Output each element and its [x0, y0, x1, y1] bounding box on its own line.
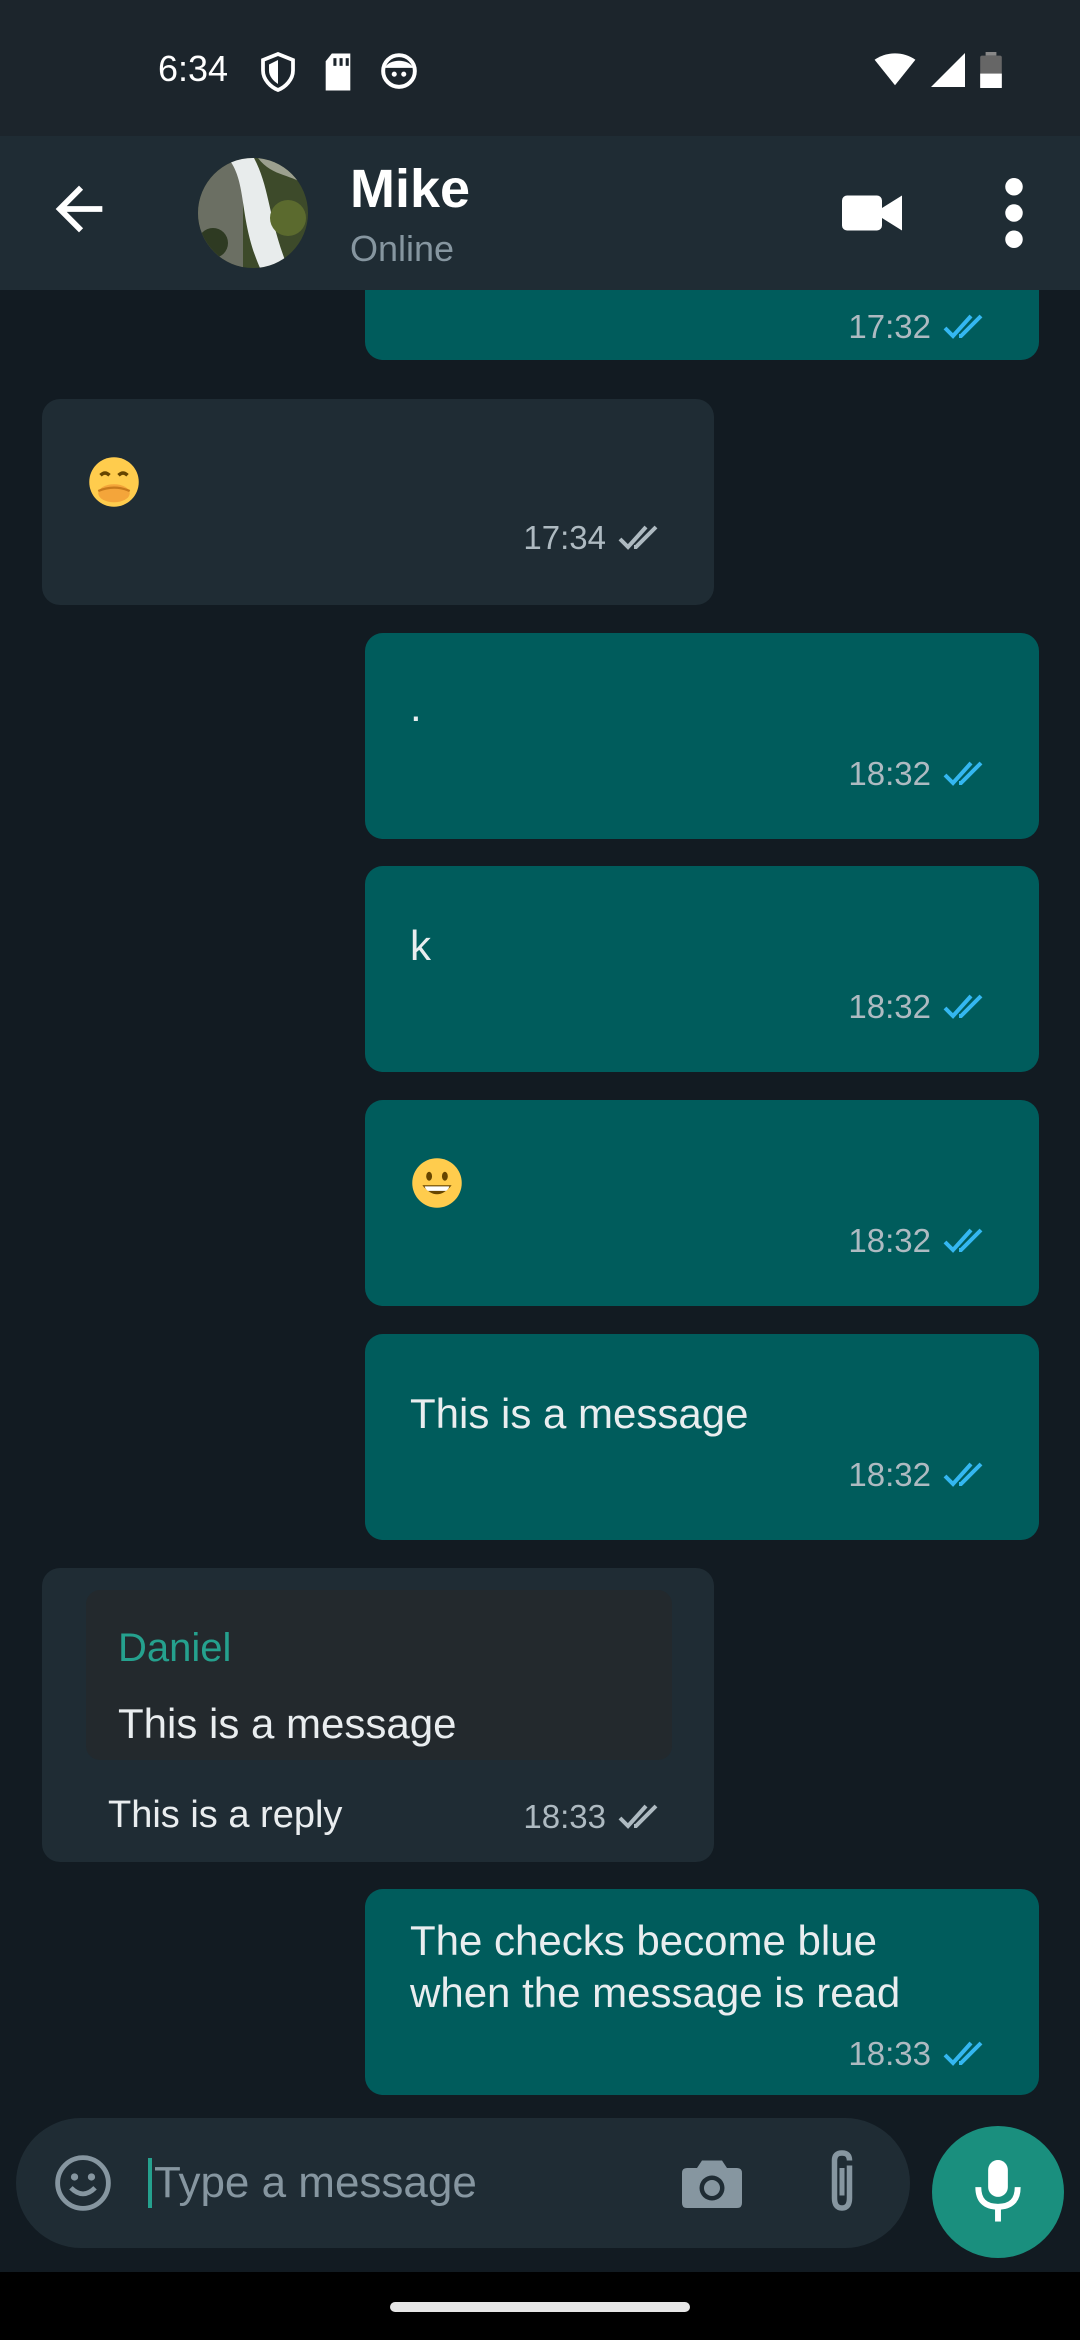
contact-status: Online — [350, 228, 455, 269]
double-check-icon — [618, 1804, 658, 1829]
message-time: 18:32 — [848, 988, 931, 1025]
avatar-image — [198, 158, 308, 268]
message-input[interactable] — [148, 2148, 674, 2218]
attach-paperclip-icon[interactable] — [822, 2148, 862, 2218]
message-composer — [16, 2118, 910, 2248]
double-check-read-icon — [943, 314, 983, 339]
message-text: k — [410, 922, 431, 969]
message-bubble-outgoing[interactable]: . 18:32 — [365, 633, 1039, 839]
contact-name[interactable]: Mike — [350, 158, 470, 220]
system-navigation-bar — [0, 2272, 1080, 2340]
message-text: . — [410, 683, 422, 730]
double-check-read-icon — [943, 1228, 983, 1253]
camera-icon[interactable] — [682, 2154, 742, 2212]
quoted-message[interactable]: Daniel This is a message — [86, 1590, 672, 1760]
grinning-face-emoji-icon — [412, 1158, 462, 1208]
avatar[interactable] — [198, 158, 308, 268]
message-time: 18:33 — [523, 1798, 606, 1835]
back-arrow-icon[interactable] — [44, 174, 114, 244]
message-time: 18:32 — [848, 1222, 931, 1259]
video-call-icon[interactable] — [842, 188, 902, 238]
double-check-icon — [618, 525, 658, 550]
message-bubble-outgoing[interactable]: The checks become blue when the message … — [365, 1889, 1039, 2095]
double-check-read-icon — [943, 994, 983, 1019]
message-meta: 18:32 — [848, 755, 995, 793]
message-meta: 18:32 — [848, 988, 995, 1026]
double-check-read-icon — [943, 1462, 983, 1487]
more-options-icon[interactable] — [1002, 178, 1026, 248]
message-time: 17:32 — [848, 308, 931, 345]
message-time: 18:33 — [848, 2035, 931, 2072]
home-gesture-handle[interactable] — [390, 2302, 690, 2312]
message-meta: 17:32 — [848, 308, 995, 346]
battery-icon — [980, 52, 1002, 88]
message-text-line-2: when the message is read — [410, 1969, 901, 2016]
message-time: 17:34 — [523, 519, 606, 556]
signal-icon — [931, 53, 965, 87]
quoted-author: Daniel — [118, 1626, 232, 1670]
microphone-icon — [975, 2160, 1021, 2222]
message-text: This is a reply — [108, 1794, 343, 1836]
face-icon — [381, 53, 417, 89]
wifi-icon — [874, 53, 916, 86]
message-time: 18:32 — [848, 755, 931, 792]
status-bar: 6:34 — [0, 0, 1080, 136]
status-notification-icons — [260, 52, 418, 92]
message-meta: 18:33 — [523, 1798, 670, 1836]
message-bubble-outgoing[interactable]: This is a message 18:32 — [365, 1334, 1039, 1540]
message-text: This is a message — [410, 1390, 749, 1437]
message-text-line-1: The checks become blue — [410, 1917, 877, 1964]
message-time: 18:32 — [848, 1456, 931, 1493]
message-meta: 18:32 — [848, 1456, 995, 1494]
emoji-picker-icon[interactable] — [54, 2154, 112, 2212]
message-bubble-outgoing[interactable]: 18:32 — [365, 1100, 1039, 1306]
chat-header: Mike Online — [0, 136, 1080, 290]
message-meta: 17:34 — [523, 519, 670, 557]
message-bubble-outgoing[interactable]: k 18:32 — [365, 866, 1039, 1072]
quoted-text: This is a message — [118, 1700, 457, 1747]
double-check-read-icon — [943, 2041, 983, 2066]
message-bubble-outgoing[interactable]: 17:32 — [365, 290, 1039, 360]
message-list[interactable]: 17:32 17:34 . 18:32 k 18:32 18:32 This i… — [0, 290, 1080, 2100]
message-bubble-incoming-reply[interactable]: Daniel This is a message This is a reply… — [42, 1568, 714, 1862]
message-meta: 18:32 — [848, 1222, 995, 1260]
status-time: 6:34 — [158, 48, 229, 89]
double-check-read-icon — [943, 761, 983, 786]
voice-record-button[interactable] — [932, 2126, 1064, 2258]
message-meta: 18:33 — [848, 2035, 995, 2073]
status-system-icons — [874, 52, 1002, 88]
shield-icon — [261, 52, 295, 92]
sd-card-icon — [325, 53, 351, 91]
message-bubble-incoming[interactable]: 17:34 — [42, 399, 714, 605]
face-with-hand-over-mouth-emoji-icon — [89, 457, 139, 507]
